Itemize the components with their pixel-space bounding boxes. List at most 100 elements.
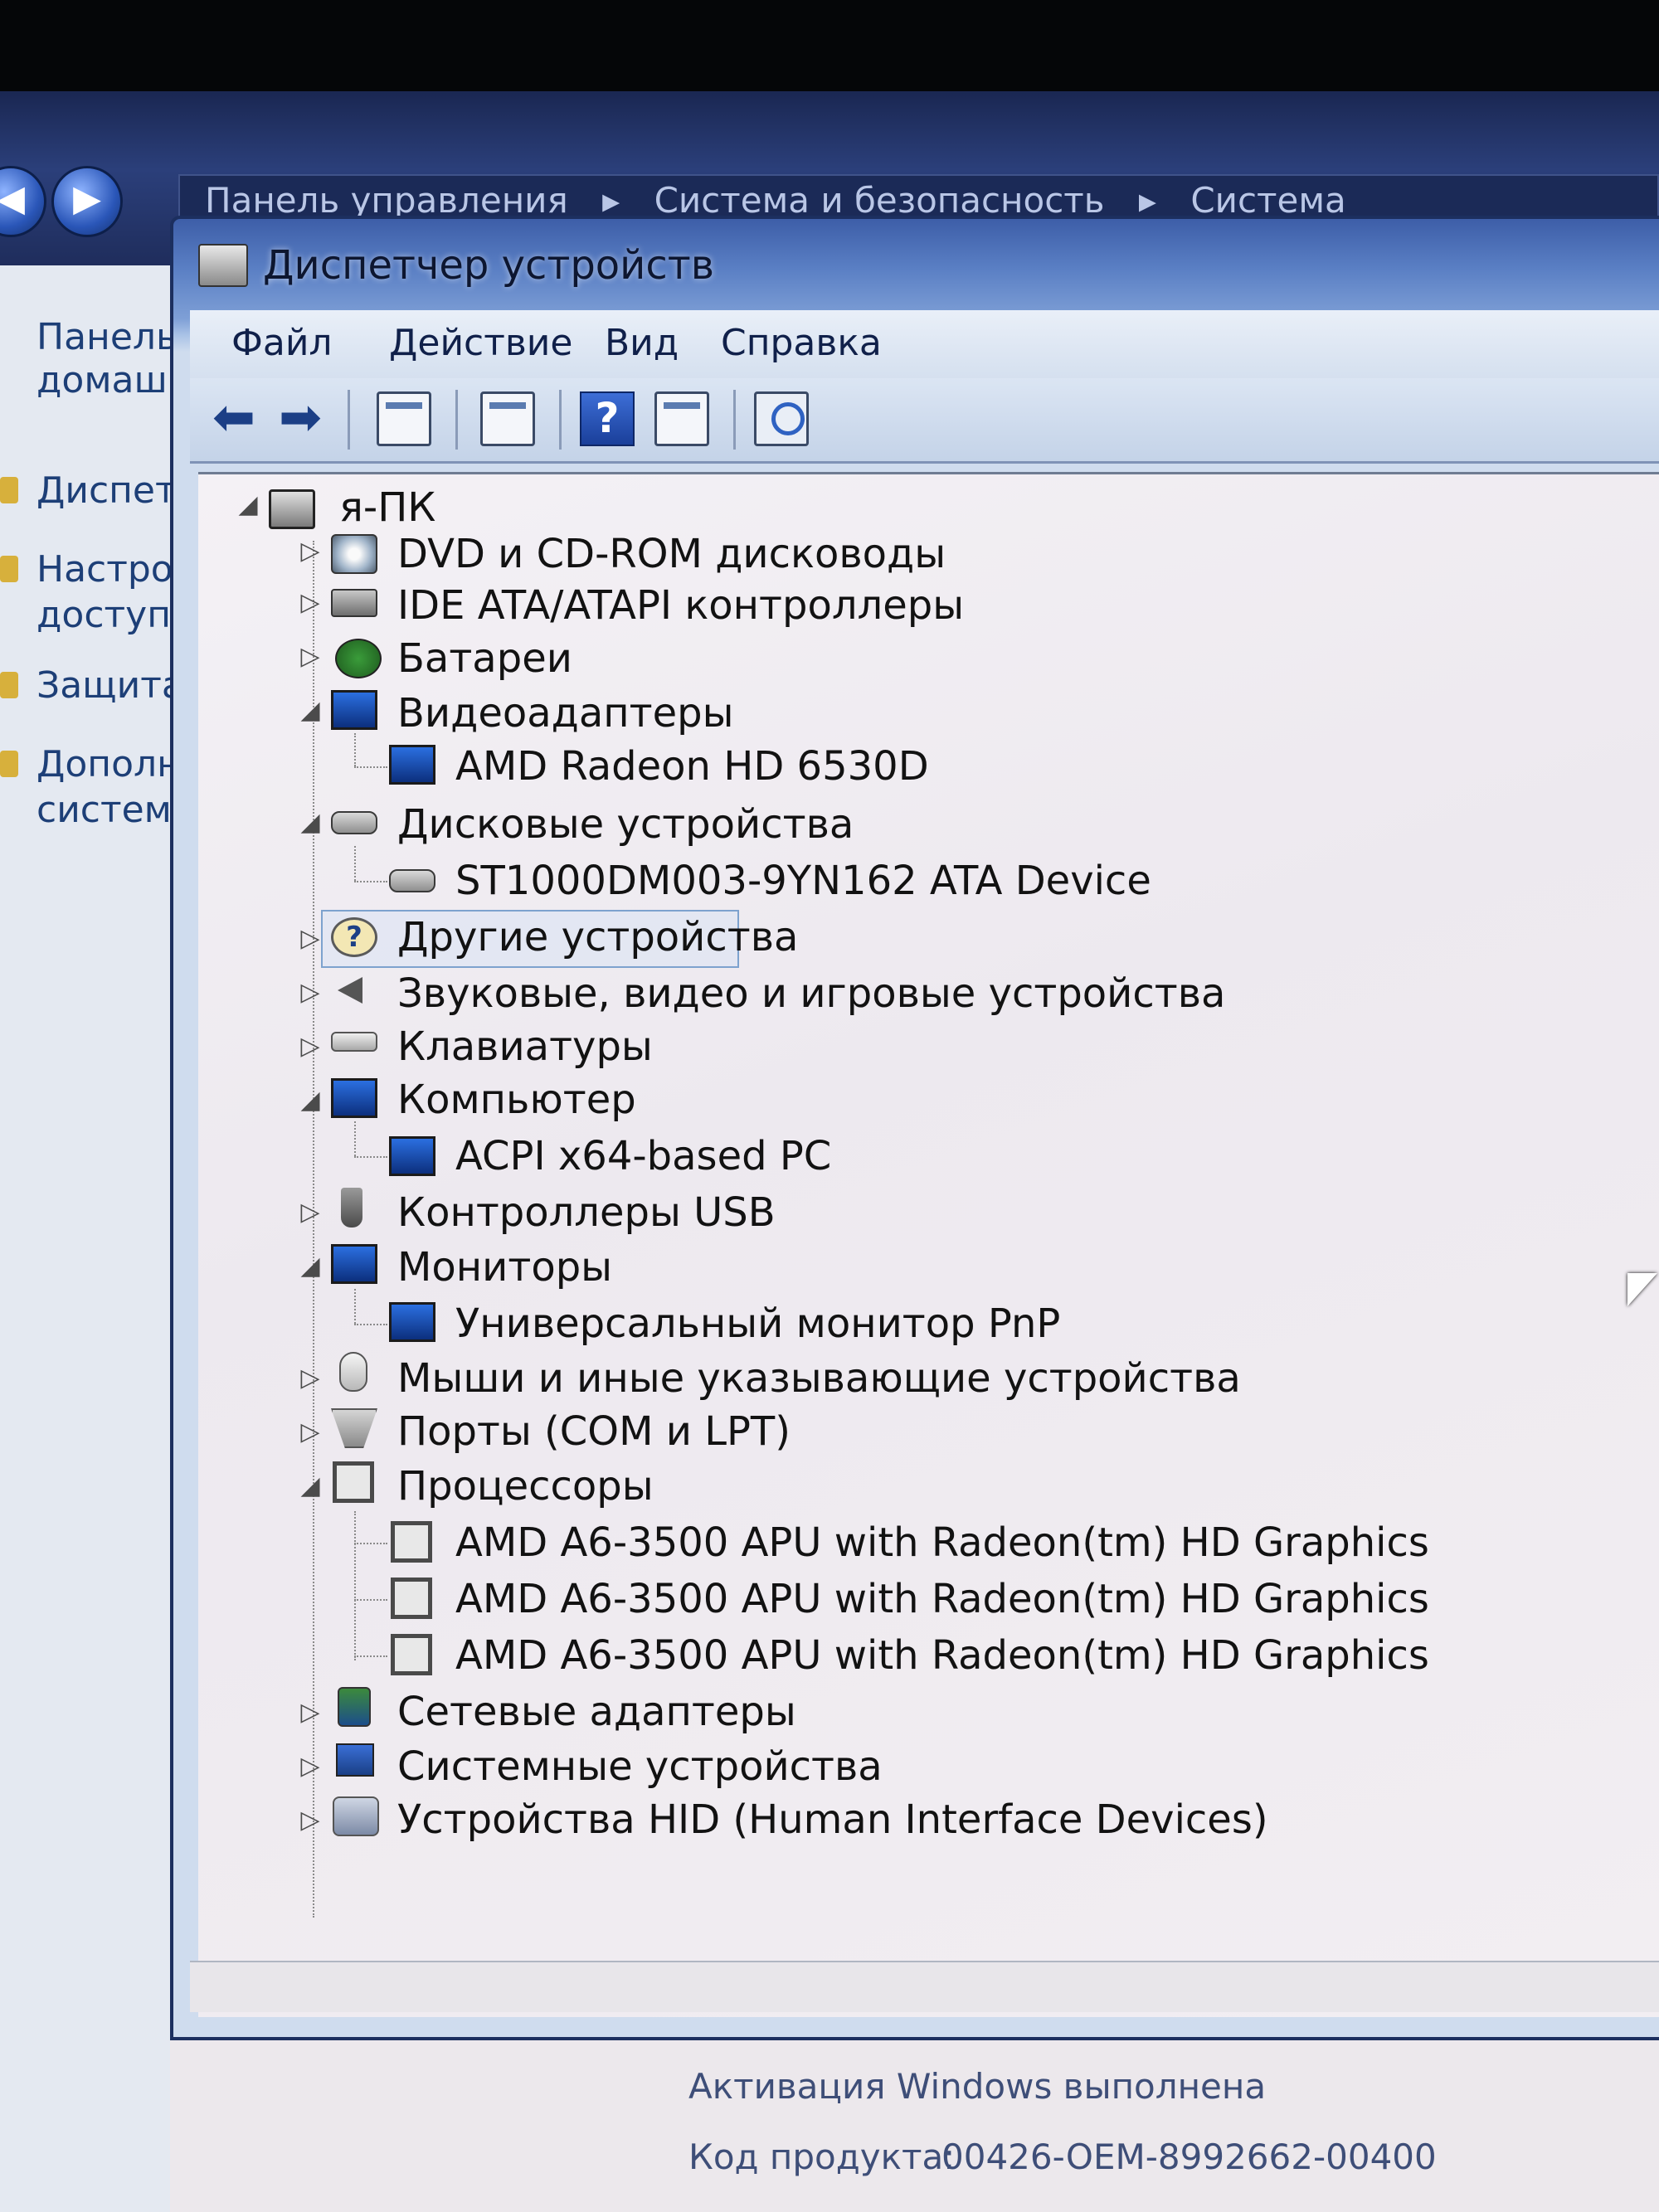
toolbar-separator	[348, 390, 350, 450]
tree-category-processors[interactable]: Процессоры	[397, 1461, 654, 1511]
tree-device[interactable]: AMD A6-3500 APU with Radeon(tm) HD Graph…	[455, 1631, 1429, 1680]
sidebar-link-device-manager[interactable]: Диспет	[36, 469, 174, 513]
tree-category-mice[interactable]: Мыши и иные указывающие устройства	[397, 1354, 1241, 1403]
collapse-triangle-icon[interactable]: ◢	[298, 1474, 323, 1499]
tree-device[interactable]: ACPI x64-based PC	[455, 1131, 831, 1181]
tree-category-system[interactable]: Системные устройства	[397, 1742, 883, 1791]
forward-arrow-icon: ➡	[279, 386, 322, 447]
tree-device[interactable]: AMD A6-3500 APU with Radeon(tm) HD Graph…	[455, 1574, 1429, 1624]
sidebar-link-home-line2[interactable]: домаш	[36, 358, 168, 403]
screen-top-edge	[0, 0, 1659, 91]
expand-triangle-icon[interactable]: ▷	[298, 1034, 323, 1059]
collapse-triangle-icon[interactable]: ◢	[298, 698, 323, 723]
sidebar-link-protection[interactable]: Защита	[36, 664, 174, 708]
expand-triangle-icon[interactable]: ▷	[298, 539, 323, 564]
expand-triangle-icon[interactable]: ▷	[298, 1420, 323, 1445]
monitor-icon	[331, 1244, 377, 1284]
tree-device[interactable]: ST1000DM003-9YN162 ATA Device	[455, 856, 1151, 906]
tree-category-network[interactable]: Сетевые адаптеры	[397, 1687, 796, 1737]
display-adapter-icon	[389, 745, 435, 785]
back-nav-button[interactable]: ◀	[0, 166, 46, 237]
status-bar	[190, 1961, 1659, 2012]
collapse-triangle-icon[interactable]: ◢	[298, 810, 323, 835]
expand-triangle-icon[interactable]: ▷	[298, 1808, 323, 1833]
forward-nav-button[interactable]: ▶	[51, 166, 123, 237]
scan-hardware-button[interactable]	[754, 391, 809, 446]
tree-connector	[354, 733, 356, 766]
usb-icon	[341, 1188, 362, 1228]
toolbar-separator	[455, 390, 458, 450]
help-button[interactable]: ?	[580, 391, 635, 446]
tree-category-monitors[interactable]: Мониторы	[397, 1242, 612, 1292]
forward-button[interactable]: ➡	[273, 391, 328, 446]
menu-bar: Файл Действие Вид Справка	[190, 310, 1659, 380]
tree-category-disks[interactable]: Дисковые устройства	[397, 800, 854, 849]
mouse-icon	[339, 1352, 367, 1392]
breadcrumb-item[interactable]: Система	[1190, 180, 1345, 221]
forward-arrow-icon: ▶	[73, 177, 101, 220]
expand-triangle-icon[interactable]: ▷	[298, 1366, 323, 1391]
show-hide-console-tree-button[interactable]	[377, 391, 431, 446]
disk-drive-icon	[331, 811, 377, 834]
expand-triangle-icon[interactable]: ▷	[298, 1754, 323, 1779]
tree-connector	[354, 766, 387, 768]
properties-button[interactable]	[480, 391, 535, 446]
expand-triangle-icon[interactable]: ▷	[298, 1700, 323, 1725]
tree-category-usb[interactable]: Контроллеры USB	[397, 1188, 776, 1237]
processor-icon	[391, 1578, 432, 1619]
tree-root[interactable]: я-ПК	[339, 483, 435, 532]
unknown-device-icon: ?	[331, 917, 377, 957]
tree-category-video[interactable]: Видеоадаптеры	[397, 688, 733, 738]
display-adapter-icon	[331, 690, 377, 730]
breadcrumb-item[interactable]: Панель управления	[205, 180, 568, 221]
help-icon: ?	[595, 394, 620, 442]
sidebar-link-home[interactable]: Панель	[36, 315, 174, 360]
tree-device[interactable]: AMD A6-3500 APU with Radeon(tm) HD Graph…	[455, 1518, 1429, 1568]
tree-category-keyboards[interactable]: Клавиатуры	[397, 1022, 653, 1072]
back-button[interactable]: ⬅	[207, 391, 261, 446]
tree-category-batteries[interactable]: Батареи	[397, 634, 572, 683]
shield-icon	[0, 477, 18, 503]
menu-file[interactable]: Файл	[231, 320, 333, 367]
collapse-triangle-icon[interactable]: ◢	[298, 1254, 323, 1279]
tree-category-dvd[interactable]: DVD и CD-ROM дисководы	[397, 529, 946, 579]
sidebar-link-advanced-line2[interactable]: систем	[36, 788, 172, 833]
collapse-triangle-icon[interactable]: ◢	[236, 493, 260, 518]
tree-category-ports[interactable]: Порты (COM и LPT)	[397, 1407, 791, 1456]
expand-triangle-icon[interactable]: ▷	[298, 644, 323, 669]
expand-triangle-icon[interactable]: ▷	[298, 591, 323, 615]
mouse-cursor-icon	[1627, 1273, 1657, 1306]
action-pane-button[interactable]	[654, 391, 709, 446]
network-adapter-icon	[338, 1687, 371, 1727]
tree-category-sound[interactable]: Звуковые, видео и игровые устройства	[397, 969, 1225, 1018]
tree-category-computer[interactable]: Компьютер	[397, 1075, 636, 1125]
disk-drive-icon	[389, 869, 435, 892]
speaker-icon	[331, 970, 377, 1010]
expand-triangle-icon[interactable]: ▷	[298, 1200, 323, 1225]
collapse-triangle-icon[interactable]: ◢	[298, 1088, 323, 1113]
sidebar-link-advanced[interactable]: Дополн	[36, 742, 174, 787]
tree-category-hid[interactable]: Устройства HID (Human Interface Devices)	[397, 1795, 1268, 1845]
sidebar-link-remote[interactable]: Настро	[36, 547, 173, 592]
back-arrow-icon: ◀	[0, 177, 25, 220]
activation-info: Активация Windows выполнена Код продукта…	[170, 2040, 1659, 2212]
tree-device[interactable]: Универсальный монитор PnP	[455, 1299, 1060, 1349]
expand-triangle-icon[interactable]: ▷	[298, 980, 323, 1005]
activation-status: Активация Windows выполнена	[688, 2066, 1267, 2107]
expand-triangle-icon[interactable]: ▷	[298, 926, 323, 951]
processor-icon	[333, 1461, 374, 1503]
menu-help[interactable]: Справка	[721, 320, 882, 367]
breadcrumb-item[interactable]: Система и безопасность	[654, 180, 1105, 221]
menu-view[interactable]: Вид	[605, 320, 679, 367]
tree-category-ide[interactable]: IDE ATA/ATAPI контроллеры	[397, 581, 964, 630]
breadcrumb-separator-icon: ▸	[602, 180, 620, 221]
sidebar-link-remote-line2[interactable]: доступа	[36, 593, 174, 638]
tree-connector	[354, 1543, 387, 1544]
tree-category-other[interactable]: Другие устройства	[397, 912, 798, 962]
tree-device[interactable]: AMD Radeon HD 6530D	[455, 741, 929, 791]
menu-action[interactable]: Действие	[389, 320, 572, 367]
title-bar[interactable]: Диспетчер устройств	[173, 219, 1659, 310]
computer-icon	[331, 1078, 377, 1118]
tree-connector	[354, 1511, 356, 1660]
system-devices-icon	[336, 1743, 374, 1777]
